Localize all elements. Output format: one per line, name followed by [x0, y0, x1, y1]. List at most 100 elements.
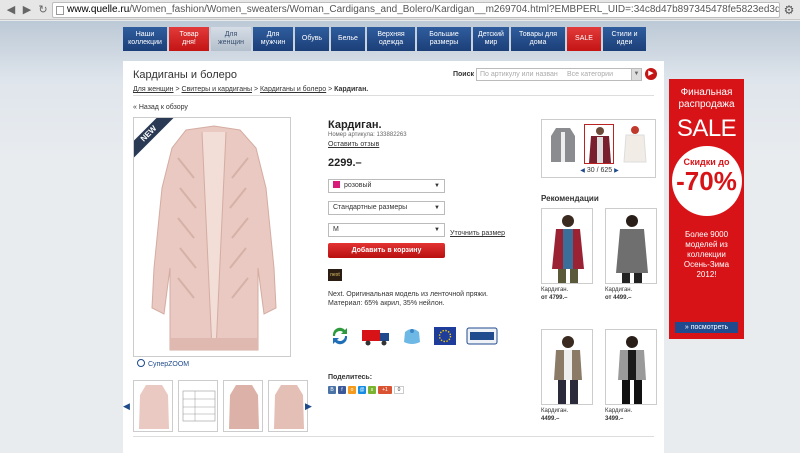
search-go-button[interactable]: ▶ [645, 68, 657, 80]
back-arrow-icon[interactable]: ◀ [4, 3, 18, 17]
banner-view-button[interactable]: » посмотреть [675, 322, 738, 333]
thumbnail[interactable] [178, 380, 218, 432]
nav-label: Для мужчин [260, 31, 286, 46]
nav-sale[interactable]: SALE [567, 27, 601, 51]
product-price: 2299.– [328, 157, 362, 169]
breadcrumb-sweaters[interactable]: Свитеры и кардиганы [182, 86, 252, 93]
recommendation-image [541, 208, 593, 284]
nav-label: SALE [575, 35, 593, 42]
nav-plus-sizes[interactable]: Большие размеры [417, 27, 471, 51]
breadcrumb-women[interactable]: Для женщин [133, 86, 174, 93]
thumb-front-image [139, 385, 169, 429]
browser-toolbar: ◀ ▶ ↻ www.quelle.ru/Women_fashion/Women_… [0, 0, 800, 20]
recommendation-item[interactable]: Кардиган. от 4799.– [541, 208, 593, 301]
recommendation-name: Кардиган. [605, 287, 633, 293]
exchange-icon [328, 324, 352, 348]
thumb-side-image [274, 385, 304, 429]
product-description: Next. Оригинальная модель из ленточной п… [328, 291, 488, 307]
magnifier-icon [137, 359, 145, 367]
sale-banner[interactable]: Финальная распродажа SALE Скидки до -70%… [669, 79, 744, 339]
thumb-back-image [229, 385, 259, 429]
nav-label: Большие размеры [429, 31, 459, 46]
recommendation-price: от 4499.– [605, 295, 632, 301]
nav-shoes[interactable]: Обувь [295, 27, 329, 51]
forward-arrow-icon[interactable]: ▶ [20, 3, 34, 17]
search-input[interactable]: По артикулу или назван Все категории ▼ [476, 68, 642, 81]
mailru-icon[interactable]: @ [358, 386, 366, 394]
alt-view-thumbnail[interactable] [620, 124, 650, 164]
gplus-count: 0 [394, 386, 404, 394]
vk-icon[interactable]: B [328, 386, 336, 394]
recommendation-name: Кардиган. [541, 408, 569, 414]
breadcrumb-cardigans[interactable]: Кардиганы и болеро [260, 86, 326, 93]
cardigan-image [151, 125, 277, 351]
recommendation-image [541, 329, 593, 405]
nav-label: Наши коллекции [128, 31, 162, 46]
super-zoom-link[interactable]: СуперZOOM [137, 359, 189, 368]
delivery-truck-icon [361, 324, 391, 348]
facebook-icon[interactable]: f [338, 386, 346, 394]
add-to-cart-button[interactable]: Добавить в корзину [328, 243, 445, 258]
alt-grey-blazer-image [551, 128, 575, 162]
recommendation-name: Кардиган. [605, 408, 633, 414]
size-guide-link[interactable]: Уточнить размер [450, 230, 505, 237]
thumbnail-strip [133, 380, 308, 432]
breadcrumb: Для женщин > Свитеры и кардиганы > Карди… [133, 86, 369, 93]
nav-label: Товары для дома [519, 31, 557, 46]
eu-flag-icon [433, 324, 457, 348]
nav-label: Товар дня! [179, 31, 199, 46]
address-bar[interactable]: www.quelle.ru/Women_fashion/Women_sweate… [52, 2, 780, 18]
chevron-down-icon[interactable]: ▼ [631, 69, 641, 80]
alt-views-box: ◀ 30 / 625 ▶ [541, 119, 656, 178]
wrench-icon[interactable]: ⚙ [782, 3, 796, 17]
back-to-overview-link[interactable]: « Назад к обзору [133, 104, 188, 111]
chevron-down-icon: ▼ [434, 183, 440, 189]
url-path: /Women_fashion/Women_sweaters/Woman_Card… [129, 4, 780, 15]
product-name: Кардиган. [328, 119, 382, 131]
thumb-size-chart-image [182, 390, 216, 422]
nav-home[interactable]: Товары для дома [511, 27, 565, 51]
content-panel: Кардиганы и болеро Для женщин > Свитеры … [123, 61, 664, 453]
odnoklassniki-icon[interactable]: o [348, 386, 356, 394]
nav-styles[interactable]: Стили и идеи [603, 27, 646, 51]
thumbnail[interactable] [133, 380, 173, 432]
alt-view-thumbnail[interactable] [584, 124, 614, 164]
thumbs-prev-arrow-icon[interactable]: ◀ [123, 401, 130, 412]
nav-women[interactable]: Для женщин [211, 27, 251, 51]
product-main-image[interactable]: NEW [133, 117, 291, 357]
nav-men[interactable]: Для мужчин [253, 27, 293, 51]
gplus-button[interactable]: +1 [378, 386, 392, 394]
nav-label: Верхняя одежда [377, 31, 405, 46]
page-icon [56, 6, 64, 15]
size-type-select[interactable]: Стандартные размеры ▼ [328, 201, 445, 215]
color-select[interactable]: розовый ▼ [328, 179, 445, 193]
search-placeholder: По артикулу или назван [480, 71, 558, 78]
alt-next-arrow-icon[interactable]: ▶ [614, 168, 619, 174]
thumbs-next-arrow-icon[interactable]: ▶ [305, 401, 312, 412]
leave-review-link[interactable]: Оставить отзыв [328, 141, 379, 148]
nav-lingerie[interactable]: Белье [331, 27, 365, 51]
share-icon[interactable]: s [368, 386, 376, 394]
discount-value: -70% [676, 166, 737, 196]
size-select[interactable]: M ▼ [328, 223, 445, 237]
main-nav: Наши коллекции Товар дня! Для женщин Для… [123, 27, 666, 51]
nav-collections[interactable]: Наши коллекции [123, 27, 167, 51]
nav-kids[interactable]: Детский мир [473, 27, 509, 51]
alt-view-thumbnail[interactable] [548, 124, 578, 164]
nav-label: Стили и идеи [611, 31, 638, 46]
reload-icon[interactable]: ↻ [36, 3, 50, 17]
nav-deal-of-day[interactable]: Товар дня! [169, 27, 209, 51]
thumbnail[interactable] [223, 380, 263, 432]
nav-label: Для женщин [218, 31, 244, 46]
recommendation-item[interactable]: Кардиган. 4499.– [541, 329, 593, 422]
alt-views-count: 30 / 625 [586, 167, 613, 174]
thumbnail[interactable] [268, 380, 308, 432]
search-category[interactable]: Все категории [567, 69, 613, 80]
alt-burgundy-cardigan-image [589, 127, 611, 163]
recommendation-item[interactable]: Кардиган. 3499.– [605, 329, 657, 422]
recommendation-item[interactable]: Кардиган. от 4499.– [605, 208, 657, 301]
page-title: Кардиганы и болеро [133, 69, 238, 81]
nav-outerwear[interactable]: Верхняя одежда [367, 27, 415, 51]
size-type-value: Стандартные размеры [333, 204, 408, 211]
alt-prev-arrow-icon[interactable]: ◀ [580, 168, 585, 174]
